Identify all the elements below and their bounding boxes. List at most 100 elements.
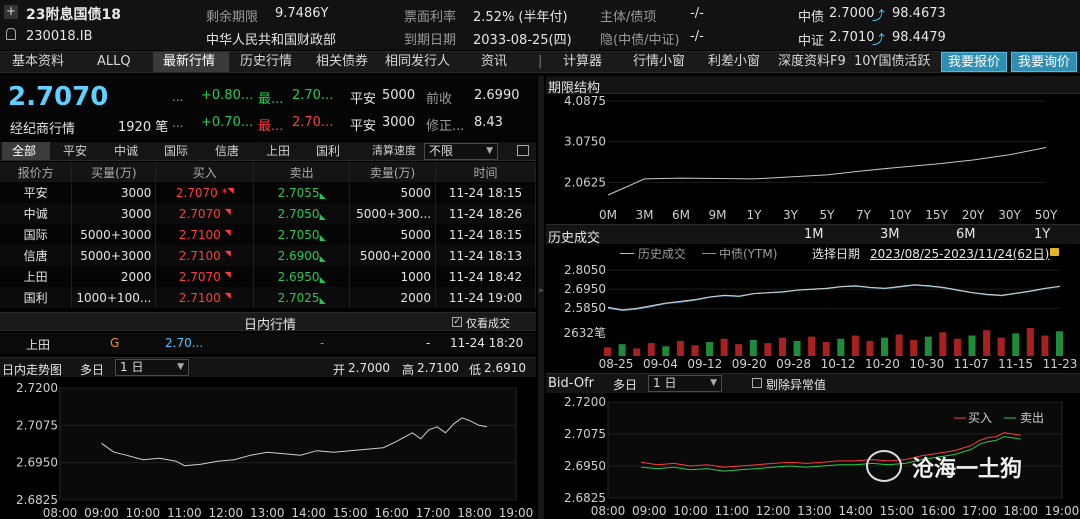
row-ask[interactable]: 2.7055◣ bbox=[253, 182, 351, 203]
row-bid-value: 2.7100 bbox=[178, 227, 221, 242]
add-icon[interactable]: + bbox=[4, 5, 18, 19]
col-bid-qty: 买量(万) bbox=[71, 162, 157, 182]
trade-count: 1920 笔 bbox=[118, 120, 169, 135]
tab-shangtian[interactable]: 上田 bbox=[266, 142, 290, 160]
row-ask-qty: 1000 bbox=[349, 266, 437, 287]
splitter[interactable]: » bbox=[538, 76, 544, 519]
row-bid[interactable]: 2.7070 ◥ bbox=[155, 266, 255, 287]
row-bid-qty: 3000 bbox=[71, 203, 157, 224]
row-bid[interactable]: 2.7070 ◥ bbox=[155, 203, 255, 224]
row-bid[interactable]: 2.7100 ◥ bbox=[155, 245, 255, 266]
volume-bar bbox=[997, 337, 1005, 356]
exclude-outliers-label[interactable]: 剔除异常值 bbox=[766, 376, 826, 393]
row-ask[interactable]: 2.7050◣ bbox=[253, 203, 351, 224]
y-tick-label: 2.7200 bbox=[16, 381, 58, 395]
nav-10y-active[interactable]: 10Y国债活跃 bbox=[854, 52, 930, 72]
nav-latest-quotes[interactable]: 最新行情 bbox=[153, 52, 229, 72]
nav-allq[interactable]: ALLQ bbox=[97, 52, 131, 72]
row-ask[interactable]: 2.6950◣ bbox=[253, 266, 351, 287]
tab-xintang[interactable]: 信唐 bbox=[215, 142, 239, 160]
cb-price: 98.4673 bbox=[892, 6, 946, 21]
intraday-dash: - bbox=[426, 336, 431, 350]
row-ask[interactable]: 2.7050◣ bbox=[253, 224, 351, 245]
x-tick-label: 30Y bbox=[998, 208, 1021, 222]
intraday-broker: 上田 bbox=[26, 338, 51, 352]
x-tick-label: 14:00 bbox=[838, 504, 873, 518]
clear-speed-select[interactable]: 不限 ▼ bbox=[424, 143, 498, 160]
x-tick-label: 15Y bbox=[925, 208, 948, 222]
table-row[interactable]: 中诚 3000 2.7070 ◥ 2.7050◣ 5000+300... 11-24 18… bbox=[0, 203, 536, 224]
row-bid[interactable]: 2.7100 ◥ bbox=[155, 287, 255, 308]
tab-pingan[interactable]: 平安 bbox=[63, 142, 87, 160]
x-tick-label: 3M bbox=[636, 208, 654, 222]
row-ask-value: 2.7050 bbox=[277, 227, 320, 242]
tab-guoji[interactable]: 国际 bbox=[164, 142, 188, 160]
x-tick-label: 12:00 bbox=[209, 506, 244, 519]
x-tick-label: 15:00 bbox=[880, 504, 915, 518]
tab-all[interactable]: 全部 bbox=[2, 142, 50, 160]
period-6m[interactable]: 6M bbox=[956, 227, 976, 242]
period-1m[interactable]: 1M bbox=[804, 227, 824, 242]
exclude-outliers-checkbox[interactable] bbox=[752, 378, 762, 388]
only-trades-checkbox[interactable]: ✓ bbox=[452, 317, 462, 327]
col-ask: 卖出 bbox=[253, 162, 351, 182]
nav-history-quotes[interactable]: 历史行情 bbox=[240, 52, 292, 72]
flag-corner-icon: ◥ bbox=[224, 248, 231, 258]
nav-quote-window[interactable]: 行情小窗 bbox=[633, 52, 685, 72]
volume-bar bbox=[881, 337, 889, 356]
period-3m[interactable]: 3M bbox=[880, 227, 900, 242]
row-ask[interactable]: 2.6900◣ bbox=[253, 245, 351, 266]
x-tick-label: 09:00 bbox=[84, 506, 119, 519]
table-row[interactable]: 平安 3000 2.7070 *◥ 2.7055◣ 5000 11-24 18:15 bbox=[0, 182, 536, 203]
x-tick-label: 18:00 bbox=[457, 506, 492, 519]
row-ask-value: 2.7025 bbox=[277, 290, 320, 305]
table-row[interactable]: 国际 5000+3000 2.7100 ◥ 2.7050◣ 5000 11-24 18:1… bbox=[0, 224, 536, 245]
tab-guoli[interactable]: 国利 bbox=[316, 142, 340, 160]
collapse-icon[interactable]: » bbox=[538, 286, 544, 296]
nav-related-bonds[interactable]: 相关债券 bbox=[316, 52, 368, 72]
nav-same-issuer[interactable]: 相同发行人 bbox=[385, 52, 450, 72]
nav-calculator[interactable]: 计算器 bbox=[563, 52, 602, 72]
term-structure-title: 期限结构 bbox=[548, 81, 601, 96]
remaining-term-label: 剩余期限 bbox=[206, 10, 259, 25]
intraday-row[interactable]: 上田 G 2.70... - - 11-24 18:20 bbox=[0, 333, 536, 354]
volume-bar bbox=[691, 345, 699, 356]
tab-zhongcheng[interactable]: 中诚 bbox=[114, 142, 138, 160]
row-bid-value: 2.7100 bbox=[178, 248, 221, 263]
row-bid[interactable]: 2.7100 ◥ bbox=[155, 224, 255, 245]
only-trades-label[interactable]: 仅看成交 bbox=[466, 315, 510, 331]
date-range[interactable]: 2023/08/25-2023/11/24(62日) bbox=[870, 245, 1049, 262]
nav-basic-info[interactable]: 基本资料 bbox=[12, 52, 64, 72]
col-bid: 买入 bbox=[155, 162, 255, 182]
nav-spread-window[interactable]: 利差小窗 bbox=[708, 52, 760, 72]
trend-days-label: 多日 bbox=[80, 363, 105, 377]
nav-news[interactable]: 资讯 bbox=[481, 52, 507, 72]
bidofr-days-select[interactable]: 1 日 ▼ bbox=[648, 375, 722, 392]
lock-icon[interactable] bbox=[1050, 248, 1059, 256]
x-tick-label: 11-15 bbox=[998, 357, 1033, 371]
row-bid-qty: 1000+100... bbox=[71, 287, 157, 308]
layout-icon[interactable] bbox=[517, 145, 529, 156]
term-structure-chart: 4.0875 3.0750 2.0625 0M 3M 6M 9M 1Y 3Y 5Y 7Y 10Y 15Y… bbox=[564, 95, 1058, 222]
y-tick-label: 2.6950 bbox=[564, 459, 606, 473]
row-bid[interactable]: 2.7070 *◥ bbox=[155, 182, 255, 203]
nav-deep-data[interactable]: 深度资料F9 bbox=[778, 52, 846, 72]
period-1y[interactable]: 1Y bbox=[1034, 227, 1050, 242]
bell-icon[interactable] bbox=[6, 28, 16, 40]
x-tick-label: 08-25 bbox=[599, 357, 634, 371]
table-row[interactable]: 上田 2000 2.7070 ◥ 2.6950◣ 1000 11-24 18:42 bbox=[0, 266, 536, 287]
x-tick-label: 09:00 bbox=[632, 504, 667, 518]
row-ask[interactable]: 2.7025◣ bbox=[253, 287, 351, 308]
table-row[interactable]: 国利 1000+100... 2.7100 ◥ 2.7025◣ 2000 11-24 19… bbox=[0, 287, 536, 308]
volume-bar bbox=[633, 348, 641, 356]
trend-days-select[interactable]: 1 日 ▼ bbox=[115, 359, 189, 376]
trend-chart-icon[interactable]: ⤴ bbox=[872, 29, 885, 48]
flag-corner-icon: ◣ bbox=[319, 232, 326, 242]
table-row[interactable]: 信唐 5000+3000 2.7100 ◥ 2.6900◣ 5000+2000 11-24… bbox=[0, 245, 536, 266]
my-inquiry-button[interactable]: 我要询价 bbox=[1011, 52, 1077, 72]
legend-ask: 卖出 bbox=[1020, 411, 1044, 425]
trend-chart-icon[interactable]: ⤴ bbox=[872, 5, 885, 24]
my-quote-button[interactable]: 我要报价 bbox=[941, 52, 1007, 72]
volume-bar bbox=[822, 342, 830, 356]
open-label: 开 bbox=[333, 363, 346, 377]
